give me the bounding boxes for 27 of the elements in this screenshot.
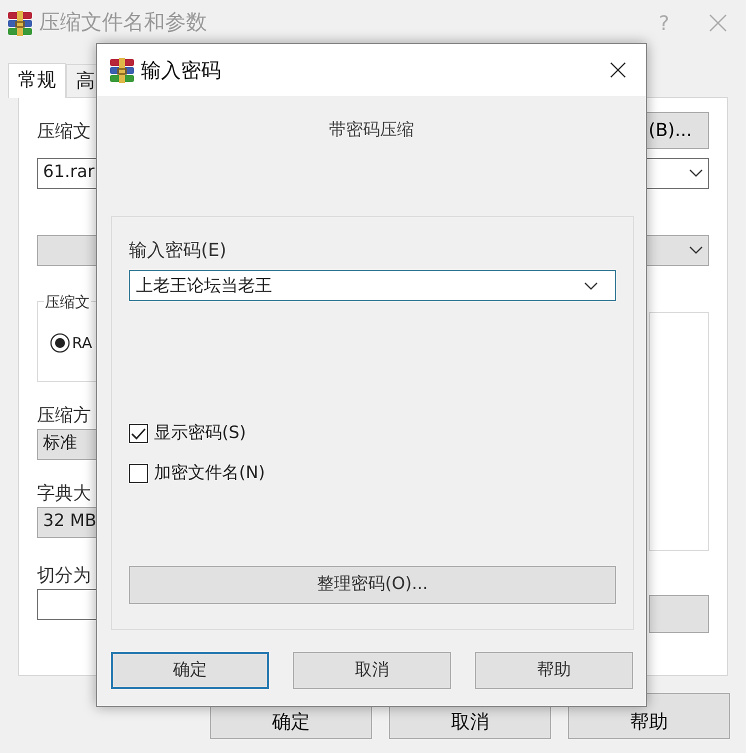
checkbox-label[interactable]: 显示密码(S) (154, 421, 246, 446)
field-label: 字典大 (37, 482, 92, 506)
checkbox[interactable] (129, 464, 148, 483)
field-label: 输入密码(E) (129, 239, 226, 263)
dialog-heading: 带密码压缩 (329, 120, 414, 140)
chevron-down-icon[interactable] (689, 246, 703, 254)
field-label: 压缩文 (37, 120, 91, 144)
tab[interactable]: 常规 (8, 63, 66, 98)
password-field[interactable]: 上老王论坛当老王 (129, 270, 616, 301)
checkbox[interactable] (129, 424, 148, 444)
radio-icon[interactable] (50, 332, 70, 353)
field-label: 压缩方 (37, 404, 92, 428)
field-label: 切分为 (37, 564, 92, 588)
radio-label[interactable]: RA (72, 332, 92, 354)
archive-icon (109, 57, 135, 83)
dialog-button[interactable]: 取消 (293, 652, 451, 689)
chevron-down-icon[interactable] (584, 282, 598, 290)
dialog-button[interactable]: 确定 (111, 652, 269, 689)
chevron-down-icon[interactable] (689, 169, 703, 177)
organize-passwords-button[interactable]: 整理密码(O)... (129, 566, 616, 604)
window-title: 压缩文件名和参数 (39, 9, 208, 36)
dialog-button[interactable]: 帮助 (475, 652, 633, 689)
close-icon[interactable] (609, 61, 627, 79)
checkbox-label[interactable]: 加密文件名(N) (154, 460, 265, 486)
checkmark-icon (131, 428, 146, 440)
archive-icon (7, 10, 33, 36)
dialog-title: 输入密码 (141, 57, 222, 84)
